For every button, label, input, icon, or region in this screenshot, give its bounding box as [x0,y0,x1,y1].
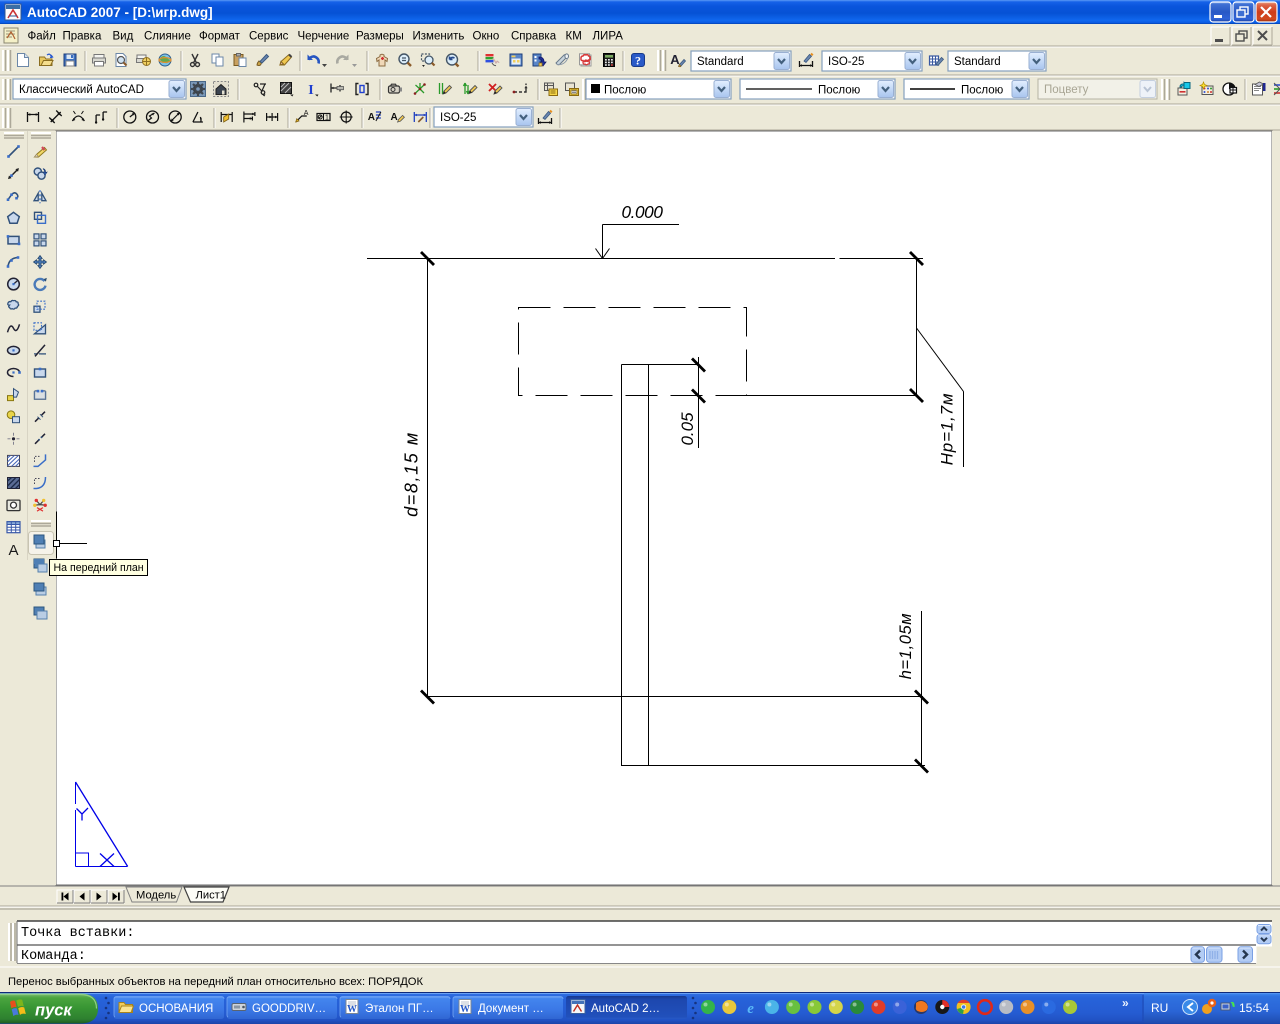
svg-text:RU: RU [1151,1001,1168,1015]
svg-text:Изменить: Изменить [413,31,465,43]
svg-text:Вид: Вид [113,31,134,43]
svg-text:Hр=1,7м: Hр=1,7м [938,393,957,466]
svg-text:A: A [304,110,309,117]
svg-text:Размеры: Размеры [356,31,404,43]
svg-text:ЛИРА: ЛИРА [593,31,624,43]
svg-text:AutoCAD 2007 - [D:\игр.dwg]: AutoCAD 2007 - [D:\игр.dwg] [27,5,213,20]
svg-text:Послою: Послою [818,85,861,97]
svg-text:Точка вставки:: Точка вставки: [21,926,134,941]
svg-text:Перенос выбранных объектов на: Перенос выбранных объектов на передний п… [8,976,423,988]
svg-text:Эталон ПГ…: Эталон ПГ… [365,1003,434,1015]
svg-text:Файл: Файл [28,31,56,43]
svg-text:ISO-25: ISO-25 [440,112,476,124]
svg-text:На передний план: На передний план [54,562,144,574]
svg-text:Команда:: Команда: [21,949,86,964]
svg-text:пуск: пуск [35,1002,73,1020]
svg-text:Классический AutoCAD: Классический AutoCAD [19,84,144,96]
svg-text:e: e [747,1001,754,1017]
svg-text:15:54: 15:54 [1239,1001,1269,1015]
svg-text:»: » [1122,996,1129,1010]
svg-text:Поцвету: Поцвету [1044,84,1089,96]
svg-text:W: W [347,1004,357,1015]
svg-text:A: A [368,112,375,123]
svg-text:Формат: Формат [199,31,241,43]
svg-text:A: A [8,542,18,559]
svg-text:Справка: Справка [511,31,557,43]
svg-text:?: ? [635,54,641,68]
svg-text:h=1,05м: h=1,05м [897,613,915,679]
svg-text:0.05: 0.05 [678,412,697,446]
svg-text:A: A [390,112,397,123]
svg-text:Лист1: Лист1 [196,890,227,902]
svg-text:AutoCAD 2…: AutoCAD 2… [591,1003,660,1015]
svg-text:1: 1 [325,115,329,122]
svg-text:ISO-25: ISO-25 [828,56,864,68]
svg-text:Черчение: Черчение [298,31,350,43]
svg-text:Standard: Standard [697,56,744,68]
svg-text:Документ …: Документ … [478,1003,544,1015]
svg-text:GOODDRIV…: GOODDRIV… [252,1003,326,1015]
svg-text:Standard: Standard [954,56,1001,68]
svg-text:ОСНОВАНИЯ: ОСНОВАНИЯ [139,1003,213,1015]
svg-text:W: W [460,1004,470,1015]
svg-text:Окно: Окно [473,31,500,43]
svg-text:Правка: Правка [63,31,102,43]
svg-text:Послою: Послою [604,85,647,97]
svg-text:d=8,15 м: d=8,15 м [402,431,422,517]
svg-text:Модель: Модель [136,890,176,902]
svg-text:Сервис: Сервис [249,31,289,43]
svg-text:Послою: Послою [961,85,1004,97]
svg-text:0.000: 0.000 [621,202,663,222]
svg-text:I: I [308,83,313,98]
svg-text:Слияние: Слияние [144,31,191,43]
svg-text:КМ: КМ [566,31,582,43]
